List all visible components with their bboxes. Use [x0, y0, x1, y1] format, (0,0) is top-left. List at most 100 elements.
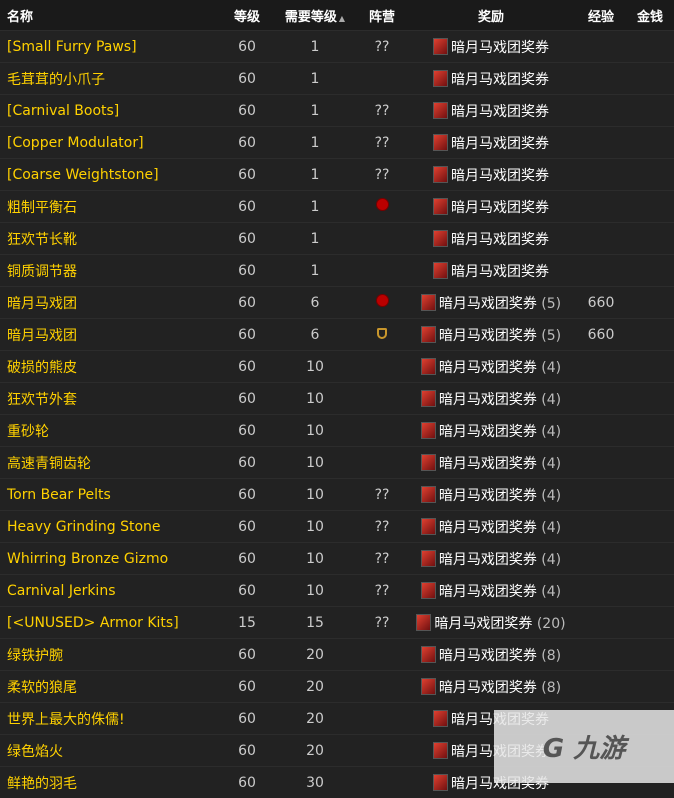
level: 60 [222, 703, 272, 735]
reward-count: (4) [541, 488, 561, 504]
header-reward[interactable]: 奖励 [406, 0, 576, 31]
table-row: 暗月马戏团606暗月马戏团奖券 (5)660 [0, 319, 674, 351]
req-level: 1 [272, 159, 358, 191]
quest-name-link[interactable]: 柔软的狼尾 [0, 671, 222, 703]
header-req-level[interactable]: 需要等级▲ [272, 0, 358, 31]
ticket-icon [433, 230, 448, 247]
quest-name-link[interactable]: [Small Furry Paws] [0, 31, 222, 63]
quest-name-link[interactable]: 粗制平衡石 [0, 191, 222, 223]
table-row: 铜质调节器601暗月马戏团奖券 [0, 255, 674, 287]
reward[interactable]: 暗月马戏团奖券 (5) [406, 319, 576, 351]
reward[interactable]: 暗月马戏团奖券 (4) [406, 351, 576, 383]
quest-name-link[interactable]: 破损的熊皮 [0, 351, 222, 383]
reward[interactable]: 暗月马戏团奖券 (4) [406, 447, 576, 479]
level: 60 [222, 159, 272, 191]
table-row: [<UNUSED> Armor Kits]1515??暗月马戏团奖券 (20) [0, 607, 674, 639]
faction [358, 319, 406, 351]
quest-name-link[interactable]: Carnival Jerkins [0, 575, 222, 607]
quest-name-link[interactable]: 绿铁护腕 [0, 639, 222, 671]
faction [358, 447, 406, 479]
xp: 660 [576, 319, 626, 351]
table-row: [Coarse Weightstone]601?? 暗月马戏团奖券 [0, 159, 674, 191]
reward[interactable]: 暗月马戏团奖券 [406, 159, 576, 191]
reward-name: 暗月马戏团奖券 [451, 136, 549, 152]
reward[interactable]: 暗月马戏团奖券 [406, 223, 576, 255]
table-row: 毛茸茸的小爪子601暗月马戏团奖券 [0, 63, 674, 95]
reward[interactable]: 暗月马戏团奖券 [406, 127, 576, 159]
reward[interactable]: 暗月马戏团奖券 [406, 95, 576, 127]
header-name[interactable]: 名称 [0, 0, 222, 31]
reward[interactable]: 暗月马戏团奖券 [406, 255, 576, 287]
xp [576, 31, 626, 63]
quest-name-link[interactable]: Torn Bear Pelts [0, 479, 222, 511]
header-faction[interactable]: 阵营 [358, 0, 406, 31]
reward[interactable]: 暗月马戏团奖券 (4) [406, 543, 576, 575]
quest-name-link[interactable]: [Coarse Weightstone] [0, 159, 222, 191]
xp [576, 447, 626, 479]
money [626, 639, 674, 671]
quest-name-link[interactable]: 高速青铜齿轮 [0, 447, 222, 479]
quest-name-link[interactable]: 绿色焰火 [0, 735, 222, 767]
ticket-icon [421, 486, 436, 503]
quest-name-link[interactable]: 毛茸茸的小爪子 [0, 63, 222, 95]
reward-name: 暗月马戏团奖券 [439, 680, 537, 696]
reward[interactable]: 暗月马戏团奖券 [406, 63, 576, 95]
req-level: 1 [272, 223, 358, 255]
ticket-icon [433, 774, 448, 791]
reward[interactable]: 暗月马戏团奖券 (4) [406, 479, 576, 511]
faction [358, 223, 406, 255]
header-level[interactable]: 等级 [222, 0, 272, 31]
level: 60 [222, 383, 272, 415]
quest-name-link[interactable]: 重砂轮 [0, 415, 222, 447]
reward[interactable]: 暗月马戏团奖券 (4) [406, 511, 576, 543]
faction-unknown: ?? [375, 167, 390, 183]
req-level: 20 [272, 703, 358, 735]
header-xp[interactable]: 经验 [576, 0, 626, 31]
faction [358, 735, 406, 767]
reward[interactable]: 暗月马戏团奖券 [406, 191, 576, 223]
quest-name-link[interactable]: 狂欢节长靴 [0, 223, 222, 255]
quest-name-link[interactable]: 暗月马戏团 [0, 287, 222, 319]
level: 60 [222, 351, 272, 383]
quest-name-link[interactable]: Heavy Grinding Stone [0, 511, 222, 543]
header-req-level-label: 需要等级 [285, 10, 337, 25]
xp [576, 191, 626, 223]
money [626, 575, 674, 607]
money [626, 159, 674, 191]
reward[interactable]: 暗月马戏团奖券 [406, 31, 576, 63]
req-level: 6 [272, 287, 358, 319]
req-level: 6 [272, 319, 358, 351]
quest-name-link[interactable]: [Carnival Boots] [0, 95, 222, 127]
quest-name-link[interactable]: 世界上最大的侏儒! [0, 703, 222, 735]
ticket-icon [421, 550, 436, 567]
reward[interactable]: 暗月马戏团奖券 (8) [406, 639, 576, 671]
quest-name-link[interactable]: 狂欢节外套 [0, 383, 222, 415]
req-level: 20 [272, 639, 358, 671]
reward[interactable]: 暗月马戏团奖券 (20) [406, 607, 576, 639]
quest-name-link[interactable]: 暗月马戏团 [0, 319, 222, 351]
faction-unknown: ?? [375, 135, 390, 151]
header-money[interactable]: 金钱 [626, 0, 674, 31]
ticket-icon [421, 326, 436, 343]
reward-name: 暗月马戏团奖券 [439, 424, 537, 440]
ticket-icon [433, 166, 448, 183]
reward[interactable]: 暗月马戏团奖券 (5) [406, 287, 576, 319]
reward[interactable]: 暗月马戏团奖券 (8) [406, 671, 576, 703]
reward[interactable]: 暗月马戏团奖券 (4) [406, 383, 576, 415]
money [626, 351, 674, 383]
reward[interactable]: 暗月马戏团奖券 (4) [406, 415, 576, 447]
quest-name-link[interactable]: Whirring Bronze Gizmo [0, 543, 222, 575]
quest-name-link[interactable]: [Copper Modulator] [0, 127, 222, 159]
quest-name-link[interactable]: 鲜艳的羽毛 [0, 767, 222, 798]
money [626, 287, 674, 319]
level: 60 [222, 735, 272, 767]
reward-name: 暗月马戏团奖券 [451, 264, 549, 280]
xp [576, 223, 626, 255]
reward[interactable]: 暗月马戏团奖券 (4) [406, 575, 576, 607]
quest-name-link[interactable]: [<UNUSED> Armor Kits] [0, 607, 222, 639]
xp [576, 575, 626, 607]
table-row: Heavy Grinding Stone6010??暗月马戏团奖券 (4) [0, 511, 674, 543]
req-level: 1 [272, 255, 358, 287]
quest-name-link[interactable]: 铜质调节器 [0, 255, 222, 287]
req-level: 20 [272, 671, 358, 703]
